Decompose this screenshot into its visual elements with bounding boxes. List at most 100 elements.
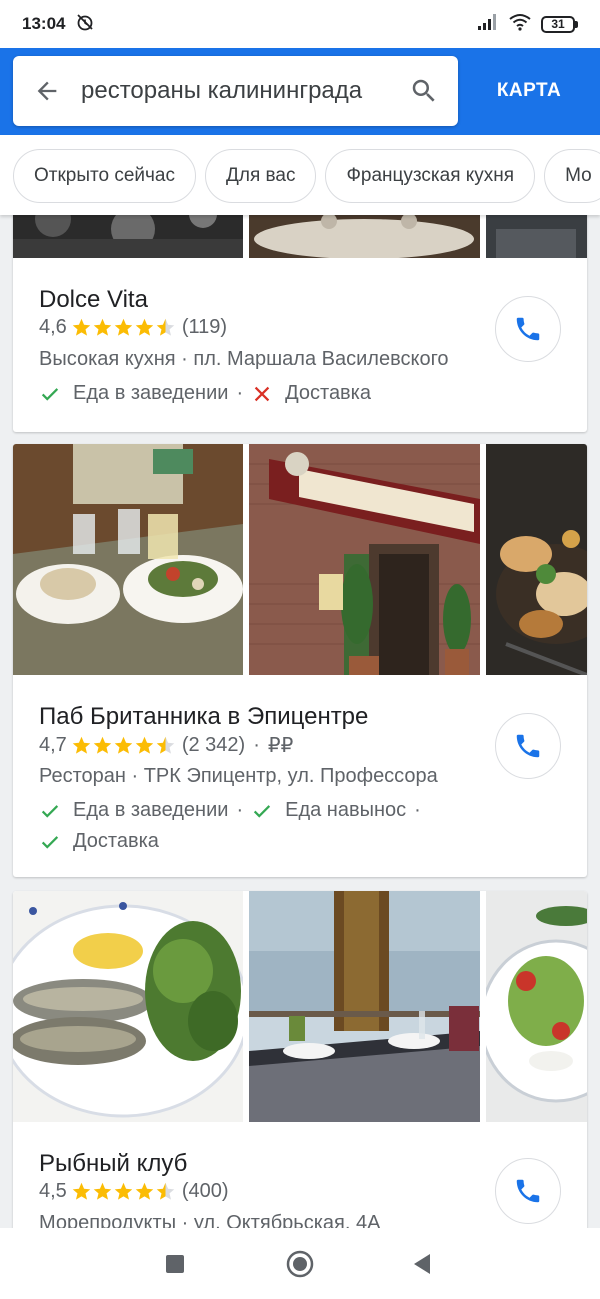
service-item: Доставка — [251, 382, 371, 405]
place-name[interactable]: Рыбный клуб — [39, 1150, 187, 1178]
search-button[interactable] — [390, 56, 458, 126]
star-icon — [93, 736, 112, 754]
call-button[interactable] — [495, 1158, 561, 1224]
filter-chips-bar: Открыто сейчас Для вас Французская кухня Мо — [0, 135, 600, 215]
service-label: Еда навынос — [285, 799, 407, 821]
rating-row: 4,7 (2 342) · ₽₽ — [39, 733, 293, 758]
search-input[interactable]: рестораны калининграда — [81, 77, 390, 105]
filter-chip[interactable]: Для вас — [205, 149, 317, 203]
check-icon — [41, 804, 59, 818]
place-photo[interactable] — [13, 215, 243, 258]
place-photo[interactable] — [486, 444, 587, 675]
filter-chip[interactable]: Открыто сейчас — [13, 149, 196, 203]
place-photo[interactable] — [486, 215, 587, 258]
place-name[interactable]: Dolce Vita — [39, 286, 148, 314]
star-icon — [93, 318, 112, 336]
phone-icon — [516, 317, 540, 341]
status-bar: 13:04 31 — [0, 0, 600, 48]
result-card[interactable]: Dolce Vita 4,6 (119) Высокая кухня · пл.… — [13, 215, 587, 432]
system-nav-bar — [0, 1228, 600, 1299]
rating-row: 4,5 (400) — [39, 1180, 229, 1203]
place-photo[interactable] — [13, 444, 243, 675]
phone-icon — [516, 734, 540, 758]
star-icon — [114, 318, 133, 336]
place-photo[interactable] — [13, 891, 243, 1122]
service-item: Еда в заведении — [39, 382, 228, 405]
check-icon — [41, 387, 59, 401]
services-line: Еда в заведении · Еда навынос · — [39, 799, 429, 822]
service-label: Доставка — [73, 830, 159, 852]
app-bar: рестораны калининграда КАРТА — [0, 48, 600, 135]
back-nav-button[interactable] — [408, 1250, 436, 1278]
battery-level: 31 — [541, 15, 575, 33]
arrow-back-icon — [37, 81, 57, 101]
place-photo[interactable] — [249, 215, 480, 258]
filter-chip[interactable]: Мо — [544, 149, 600, 203]
back-button[interactable] — [13, 56, 81, 126]
triangle-back-icon — [414, 1254, 430, 1274]
home-circle-icon — [286, 1250, 314, 1278]
separator-dot: · — [253, 734, 260, 756]
star-icon — [156, 318, 175, 336]
review-count: (119) — [181, 316, 228, 338]
star-icon — [156, 1182, 175, 1200]
rating-value: 4,6 — [39, 316, 67, 338]
result-card[interactable]: Паб Британника в Эпицентре 4,7 (2 342) ·… — [13, 444, 587, 877]
search-icon — [412, 79, 435, 102]
service-item: Еда в заведении — [39, 799, 228, 822]
battery-icon: 31 — [541, 15, 578, 33]
service-label: Еда в заведении — [73, 799, 229, 821]
review-count: (2 342) — [181, 734, 246, 756]
filter-chip[interactable]: Французская кухня — [325, 149, 536, 203]
status-time: 13:04 — [22, 14, 66, 33]
star-icon — [135, 736, 154, 754]
rating-value: 4,7 — [39, 734, 67, 756]
star-rating — [71, 735, 176, 756]
place-photo[interactable] — [249, 444, 480, 675]
services-line: Еда в заведении · Доставка — [39, 382, 371, 405]
star-icon — [72, 736, 91, 754]
rating-row: 4,6 (119) — [39, 316, 227, 339]
star-icon — [114, 1182, 133, 1200]
star-icon — [135, 318, 154, 336]
service-item: Доставка — [39, 830, 159, 853]
search-box[interactable]: рестораны калининграда — [13, 56, 458, 126]
category-address: Ресторан · ТРК Эпицентр, ул. Профессора — [39, 765, 438, 787]
star-icon — [93, 1182, 112, 1200]
check-icon — [253, 804, 271, 818]
result-card[interactable]: Рыбный клуб 4,5 (400) Морепродукты · ул.… — [13, 891, 587, 1228]
star-icon — [156, 736, 175, 754]
place-photo[interactable] — [249, 891, 480, 1122]
place-name[interactable]: Паб Британника в Эпицентре — [39, 703, 368, 731]
service-label: Еда в заведении — [73, 382, 229, 404]
alarm-off-icon — [75, 12, 95, 37]
check-icon — [41, 835, 59, 849]
home-button[interactable] — [286, 1250, 314, 1278]
call-button[interactable] — [495, 713, 561, 779]
map-button[interactable]: КАРТА — [470, 56, 588, 126]
wifi-icon — [509, 13, 531, 36]
recents-button[interactable] — [161, 1250, 189, 1278]
category-address: Высокая кухня · пл. Маршала Василевского — [39, 348, 449, 370]
review-count: (400) — [181, 1180, 229, 1202]
place-photo[interactable] — [486, 891, 587, 1122]
call-button[interactable] — [495, 296, 561, 362]
star-rating — [71, 317, 176, 338]
star-icon — [72, 318, 91, 336]
services-line: Доставка — [39, 830, 159, 853]
cross-icon — [254, 386, 270, 401]
rating-value: 4,5 — [39, 1180, 67, 1202]
price-level: ₽₽ — [267, 735, 294, 757]
category-address: Морепродукты · ул. Октябрьская, 4А — [39, 1212, 381, 1228]
results-list: Dolce Vita 4,6 (119) Высокая кухня · пл.… — [0, 215, 600, 1228]
separator-dot: · — [236, 382, 244, 404]
square-icon — [166, 1255, 184, 1273]
service-item: Еда навынос — [251, 799, 406, 822]
separator-dot: · — [414, 799, 421, 821]
star-icon — [114, 736, 133, 754]
separator-dot: · — [236, 799, 244, 821]
service-label: Доставка — [285, 382, 371, 404]
star-rating — [71, 1181, 176, 1202]
star-icon — [72, 1182, 91, 1200]
phone-icon — [516, 1179, 540, 1203]
